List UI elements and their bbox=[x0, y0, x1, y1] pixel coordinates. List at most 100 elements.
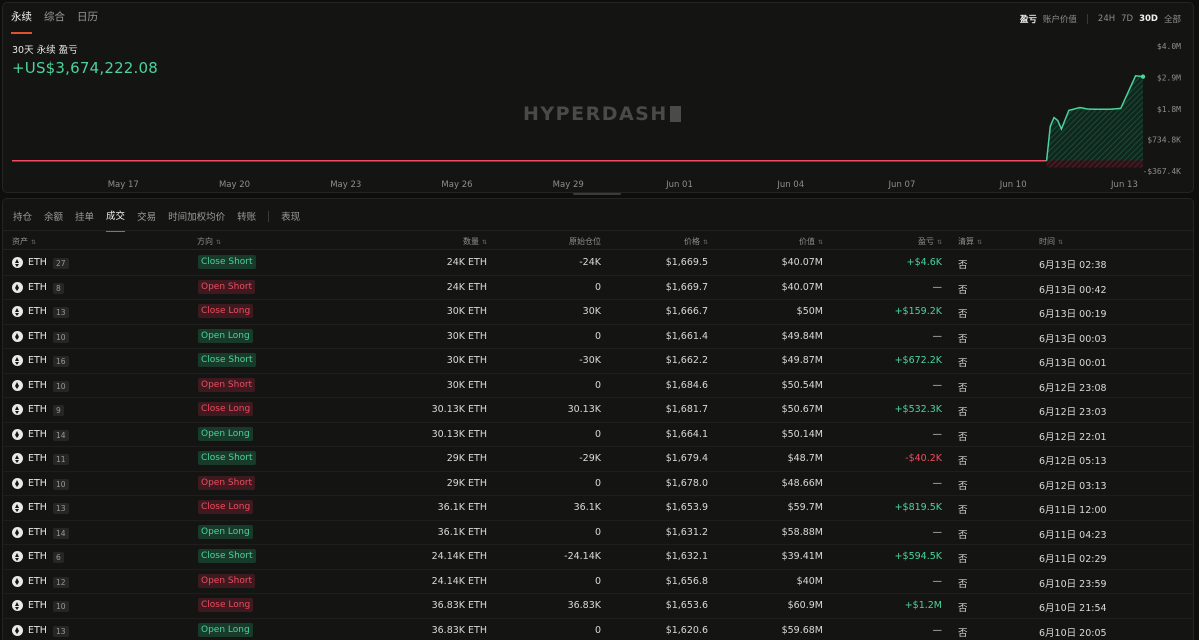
table-row[interactable]: ETH 16 Close Short 30K ETH -30K $1,662.2 $49.8… bbox=[3, 349, 1193, 374]
qty-cell: 24.14K ETH bbox=[431, 575, 487, 587]
asset-name[interactable]: ETH bbox=[28, 306, 47, 317]
table-row[interactable]: ETH 10 Open Long 30K ETH 0 $1,661.4 $49.84M — 否 6… bbox=[3, 325, 1193, 349]
direction-badge: Open Long bbox=[198, 426, 253, 441]
header-liquidation[interactable]: 清算 ⇅ bbox=[958, 236, 982, 247]
table-header: 资产 ⇅ 方向 ⇅ 数量 ⇅ 原始仓位 价格 ⇅ 价值 ⇅ 盈亏 ⇅ 清算 ⇅ 时间 ⇅ bbox=[3, 232, 1193, 250]
time-cell: 6月10日 23:59 bbox=[1039, 578, 1107, 590]
asset-name[interactable]: ETH bbox=[28, 576, 47, 587]
fill-count-badge: 6 bbox=[53, 552, 64, 563]
table-row[interactable]: ETH 12 Open Short 24.14K ETH 0 $1,656.8 $40M — 否… bbox=[3, 570, 1193, 594]
header-price[interactable]: 价格 ⇅ bbox=[684, 236, 708, 247]
direction-badge: Close Short bbox=[198, 255, 256, 269]
tab-open-orders[interactable]: 挂单 bbox=[75, 209, 94, 231]
table-row[interactable]: ETH 10 Open Short 29K ETH 0 $1,678.0 $48.66M — 否… bbox=[3, 472, 1193, 496]
tab-fills[interactable]: 成交 bbox=[106, 208, 126, 232]
orig-pos-cell: 0 bbox=[594, 281, 601, 293]
pnl-cell: — bbox=[932, 624, 943, 636]
direction-badge: Open Long bbox=[198, 524, 253, 539]
orig-pos-cell: 36.83K bbox=[567, 600, 601, 611]
header-value-label: 价值 bbox=[798, 237, 815, 246]
direction-badge: Close Short bbox=[198, 549, 256, 563]
table-row[interactable]: ETH 27 Close Short 24K ETH -24K $1,669.5 $40.0… bbox=[3, 251, 1193, 276]
asset-name[interactable]: ETH bbox=[28, 257, 47, 268]
asset-name[interactable]: ETH bbox=[28, 502, 47, 513]
sort-icon: ⇅ bbox=[481, 239, 487, 246]
tab-trades[interactable]: 交易 bbox=[137, 209, 156, 231]
asset-name[interactable]: ETH bbox=[28, 453, 47, 464]
orig-pos-cell: -24.14K bbox=[564, 551, 601, 562]
liquidation-cell: 否 bbox=[958, 309, 968, 320]
table-row[interactable]: ETH 13 Close Long 30K ETH 30K $1,666.7 $50M +$1… bbox=[3, 300, 1193, 325]
qty-cell: 36.1K ETH bbox=[437, 526, 487, 538]
table-row[interactable]: ETH 10 Open Short 30K ETH 0 $1,684.6 $50.54M — 否… bbox=[3, 374, 1193, 398]
header-time[interactable]: 时间 ⇅ bbox=[1039, 236, 1063, 247]
header-pnl[interactable]: 盈亏 ⇅ bbox=[918, 236, 942, 247]
value-cell: $49.87M bbox=[781, 355, 823, 366]
table-row[interactable]: ETH 14 Open Long 30.13K ETH 0 $1,664.1 $50.14M… bbox=[3, 423, 1193, 447]
header-asset[interactable]: 资产 ⇅ bbox=[12, 236, 36, 247]
asset-name[interactable]: ETH bbox=[28, 527, 47, 538]
eth-icon bbox=[12, 624, 23, 636]
value-cell: $48.7M bbox=[787, 453, 823, 464]
orig-pos-cell: 0 bbox=[594, 575, 601, 587]
table-row[interactable]: ETH 9 Close Long 30.13K ETH 30.13K $1,681.7 $5… bbox=[3, 398, 1193, 423]
direction-badge: Close Short bbox=[198, 451, 256, 465]
table-row[interactable]: ETH 10 Close Long 36.83K ETH 36.83K $1,653.6 $… bbox=[3, 594, 1193, 619]
y-tick-label: -$367.4K bbox=[1142, 167, 1181, 176]
asset-name[interactable]: ETH bbox=[28, 331, 47, 342]
x-tick-label: May 20 bbox=[219, 180, 250, 190]
tab-twap[interactable]: 时间加权均价 bbox=[168, 209, 225, 231]
pnl-cell: — bbox=[932, 330, 943, 342]
liquidation-cell: 否 bbox=[958, 456, 968, 467]
tab-transfers[interactable]: 转账 bbox=[237, 209, 256, 231]
pnl-cell: — bbox=[932, 575, 943, 587]
tab-balances[interactable]: 余额 bbox=[44, 209, 63, 231]
asset-name[interactable]: ETH bbox=[28, 404, 47, 415]
qty-cell: 30.13K ETH bbox=[431, 428, 487, 440]
direction-badge: Open Short bbox=[198, 377, 256, 392]
asset-name[interactable]: ETH bbox=[28, 282, 47, 293]
tab-positions[interactable]: 持仓 bbox=[13, 209, 32, 231]
header-value[interactable]: 价值 ⇅ bbox=[799, 236, 823, 247]
qty-cell: 30K ETH bbox=[446, 306, 487, 317]
header-qty[interactable]: 数量 ⇅ bbox=[463, 236, 487, 247]
fill-count-badge: 13 bbox=[53, 625, 69, 637]
table-row[interactable]: ETH 6 Close Short 24.14K ETH -24.14K $1,632.1… bbox=[3, 545, 1193, 570]
eth-icon bbox=[12, 428, 23, 440]
price-cell: $1,669.5 bbox=[665, 257, 708, 268]
value-cell: $48.66M bbox=[781, 477, 823, 489]
fill-count-badge: 27 bbox=[53, 258, 69, 269]
asset-name[interactable]: ETH bbox=[28, 478, 47, 489]
table-row[interactable]: ETH 11 Close Short 29K ETH -29K $1,679.4 $48.7… bbox=[3, 447, 1193, 472]
value-cell: $40.07M bbox=[781, 281, 823, 293]
asset-name[interactable]: ETH bbox=[28, 429, 47, 440]
time-cell: 6月13日 00:19 bbox=[1039, 309, 1107, 320]
pnl-cell: +$672.2K bbox=[894, 355, 942, 366]
asset-name[interactable]: ETH bbox=[28, 355, 47, 366]
asset-name[interactable]: ETH bbox=[28, 625, 47, 636]
orig-pos-cell: -30K bbox=[579, 355, 601, 366]
chart-scroll-handle[interactable] bbox=[573, 193, 621, 195]
time-cell: 6月12日 23:08 bbox=[1039, 382, 1107, 394]
pnl-cell: — bbox=[932, 379, 943, 391]
orig-pos-cell: 30.13K bbox=[567, 404, 601, 415]
price-cell: $1,656.8 bbox=[665, 575, 708, 587]
eth-icon bbox=[12, 355, 23, 366]
table-row[interactable]: ETH 8 Open Short 24K ETH 0 $1,669.7 $40.07M — 否 6… bbox=[3, 276, 1193, 300]
asset-name[interactable]: ETH bbox=[28, 551, 47, 562]
eth-icon bbox=[12, 600, 23, 611]
header-direction[interactable]: 方向 ⇅ bbox=[197, 236, 221, 247]
liquidation-cell: 否 bbox=[958, 480, 968, 492]
asset-name[interactable]: ETH bbox=[28, 380, 47, 391]
header-asset-label: 资产 bbox=[12, 237, 28, 246]
qty-cell: 29K ETH bbox=[446, 477, 487, 489]
price-cell: $1,662.2 bbox=[665, 355, 708, 366]
table-row[interactable]: ETH 13 Close Long 36.1K ETH 36.1K $1,653.9 $59… bbox=[3, 496, 1193, 521]
liquidation-cell: 否 bbox=[958, 407, 968, 418]
asset-name[interactable]: ETH bbox=[28, 600, 47, 611]
eth-icon bbox=[12, 379, 23, 391]
table-row[interactable]: ETH 14 Open Long 36.1K ETH 0 $1,631.2 $58.88M —… bbox=[3, 521, 1193, 545]
direction-badge: Close Long bbox=[198, 402, 254, 416]
table-row[interactable]: ETH 13 Open Long 36.83K ETH 0 $1,620.6 $59.68M… bbox=[3, 619, 1193, 640]
tab-performance[interactable]: 表现 bbox=[281, 209, 300, 231]
